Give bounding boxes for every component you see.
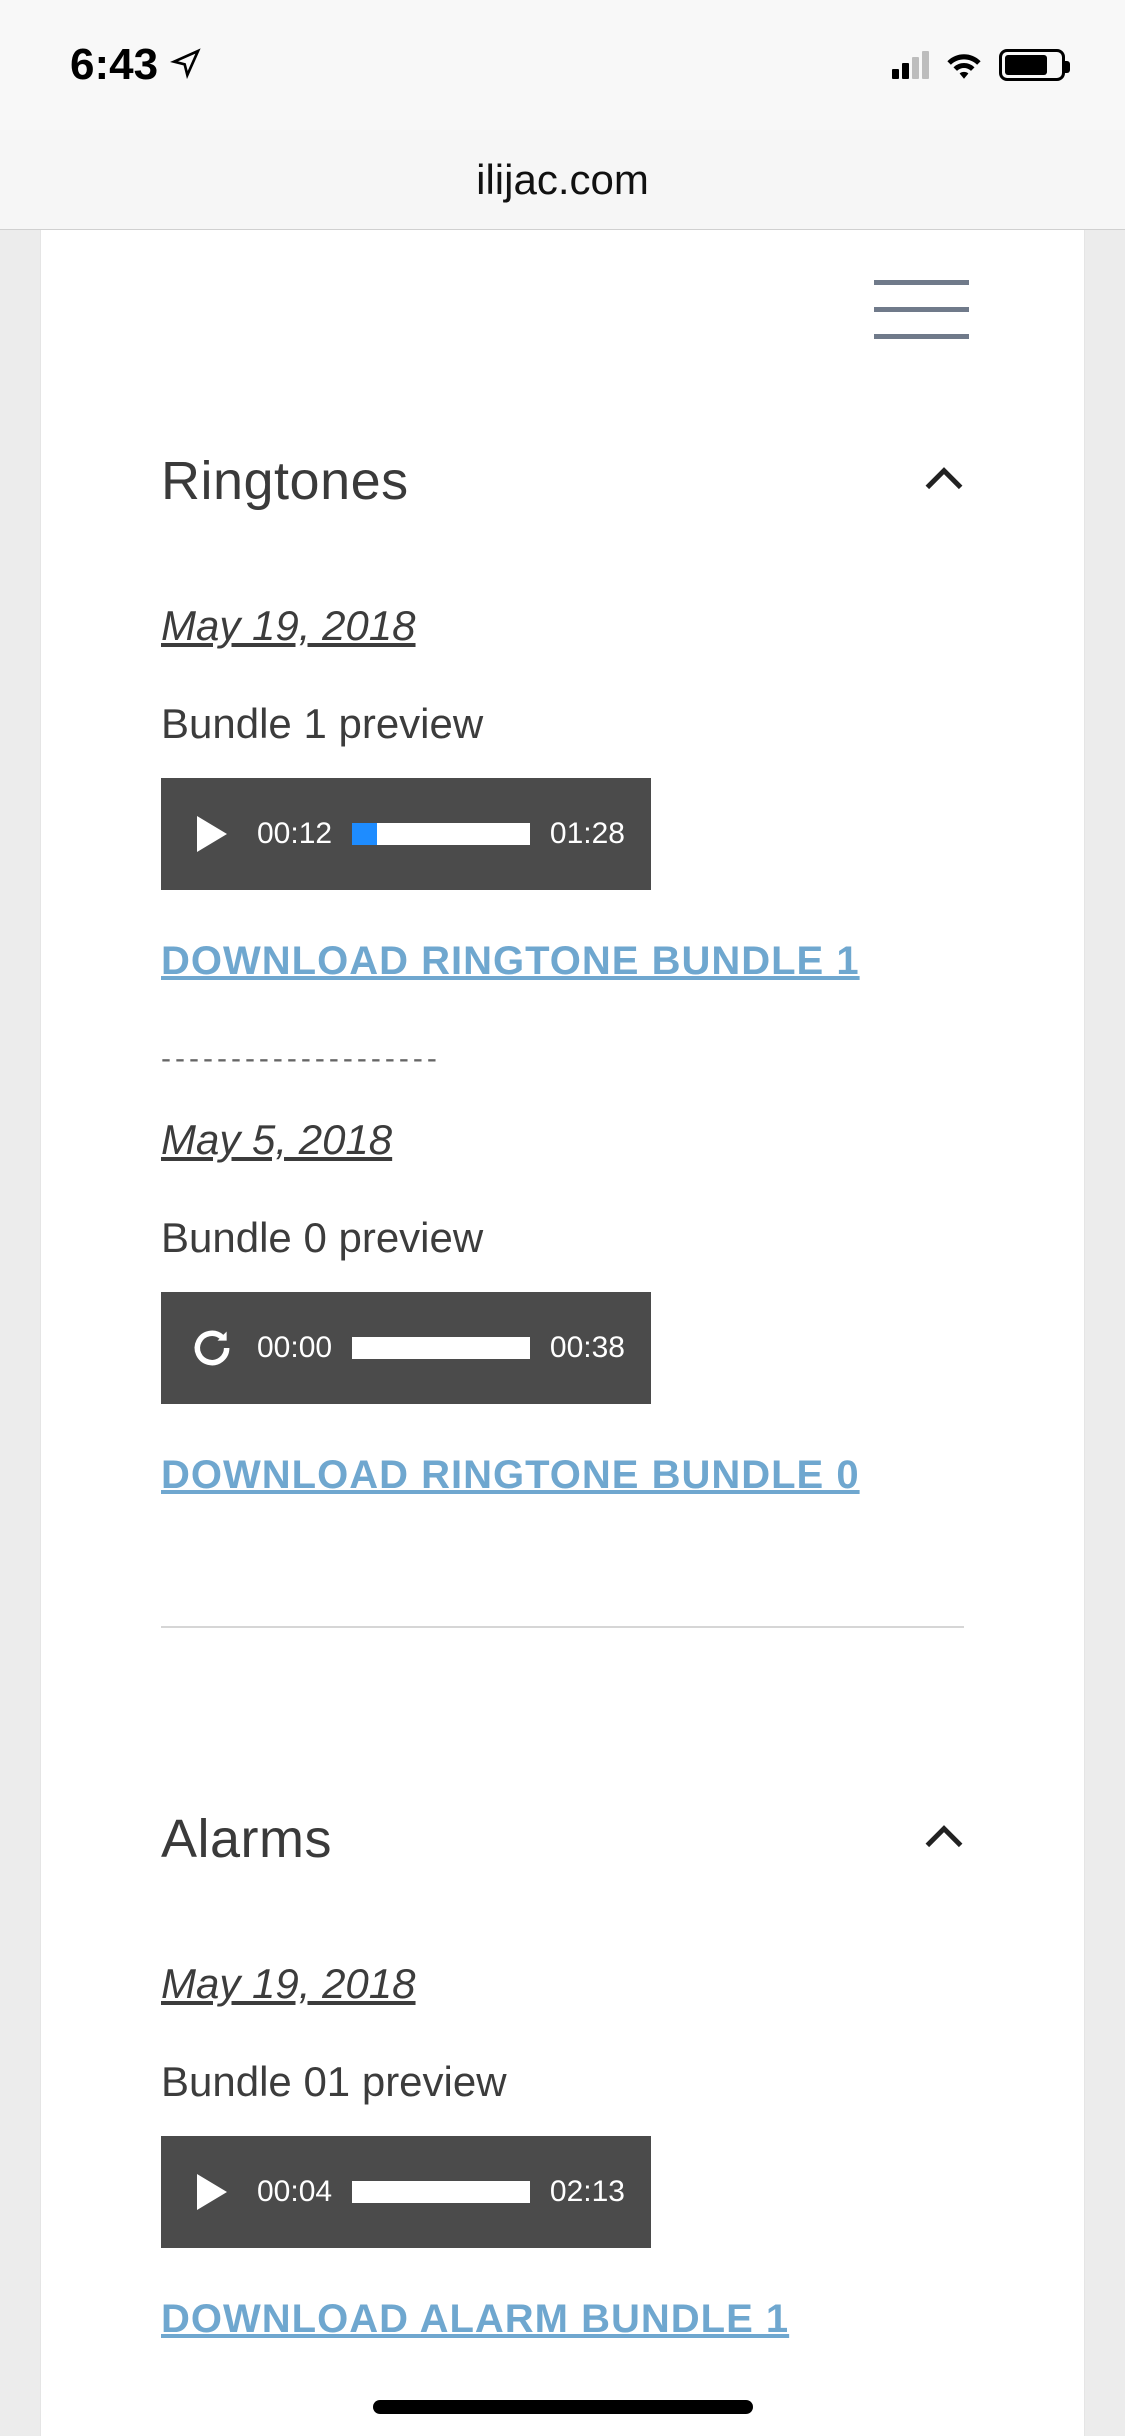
ringtone-entry: May 5, 2018 Bundle 0 preview 00:00 00:38… xyxy=(161,1116,964,1511)
play-button[interactable] xyxy=(187,809,237,859)
battery-icon xyxy=(999,49,1065,81)
status-bar: 6:43 xyxy=(0,0,1125,130)
duration-time: 02:13 xyxy=(550,2175,625,2209)
entry-date: May 19, 2018 xyxy=(161,602,416,650)
download-link[interactable]: DOWNLOAD RINGTONE BUNDLE 1 xyxy=(161,925,860,997)
chevron-up-icon xyxy=(924,1823,964,1856)
progress-bar[interactable] xyxy=(352,823,530,845)
progress-bar[interactable] xyxy=(352,2181,530,2203)
browser-url: ilijac.com xyxy=(476,156,649,204)
wifi-icon xyxy=(943,47,985,84)
cellular-signal-icon xyxy=(892,51,929,79)
current-time: 00:12 xyxy=(257,817,332,851)
status-right xyxy=(892,47,1065,84)
chevron-up-icon xyxy=(924,465,964,498)
status-time: 6:43 xyxy=(70,40,158,90)
section-divider xyxy=(161,1626,964,1628)
ringtone-entry: May 19, 2018 Bundle 1 preview 00:12 01:2… xyxy=(161,602,964,997)
duration-time: 00:38 xyxy=(550,1331,625,1365)
entry-label: Bundle 1 preview xyxy=(161,700,964,748)
home-indicator[interactable] xyxy=(373,2400,753,2414)
current-time: 00:00 xyxy=(257,1331,332,1365)
section-header-alarms[interactable]: Alarms xyxy=(161,1808,964,1870)
progress-bar[interactable] xyxy=(352,1337,530,1359)
download-link[interactable]: DOWNLOAD RINGTONE BUNDLE 0 xyxy=(161,1439,860,1511)
audio-player: 00:04 02:13 xyxy=(161,2136,651,2248)
browser-address-bar[interactable]: ilijac.com xyxy=(0,130,1125,230)
current-time: 00:04 xyxy=(257,2175,332,2209)
section-header-ringtones[interactable]: Ringtones xyxy=(161,450,964,512)
audio-player: 00:12 01:28 xyxy=(161,778,651,890)
separator-dashes: -------------------- xyxy=(161,1042,964,1076)
entry-label: Bundle 0 preview xyxy=(161,1214,964,1262)
alarm-entry: May 19, 2018 Bundle 01 preview 00:04 02:… xyxy=(161,1960,964,2355)
entry-label: Bundle 01 preview xyxy=(161,2058,964,2106)
entry-date: May 19, 2018 xyxy=(161,1960,416,2008)
location-arrow-icon xyxy=(170,40,202,90)
entry-date: May 5, 2018 xyxy=(161,1116,392,1164)
play-button[interactable] xyxy=(187,2167,237,2217)
status-time-wrap: 6:43 xyxy=(70,40,202,90)
duration-time: 01:28 xyxy=(550,817,625,851)
section-title: Ringtones xyxy=(161,450,409,512)
reload-button[interactable] xyxy=(187,1323,237,1373)
section-title: Alarms xyxy=(161,1808,332,1870)
menu-hamburger-icon[interactable] xyxy=(874,280,969,361)
download-link[interactable]: DOWNLOAD ALARM BUNDLE 1 xyxy=(161,2283,789,2355)
audio-player: 00:00 00:38 xyxy=(161,1292,651,1404)
